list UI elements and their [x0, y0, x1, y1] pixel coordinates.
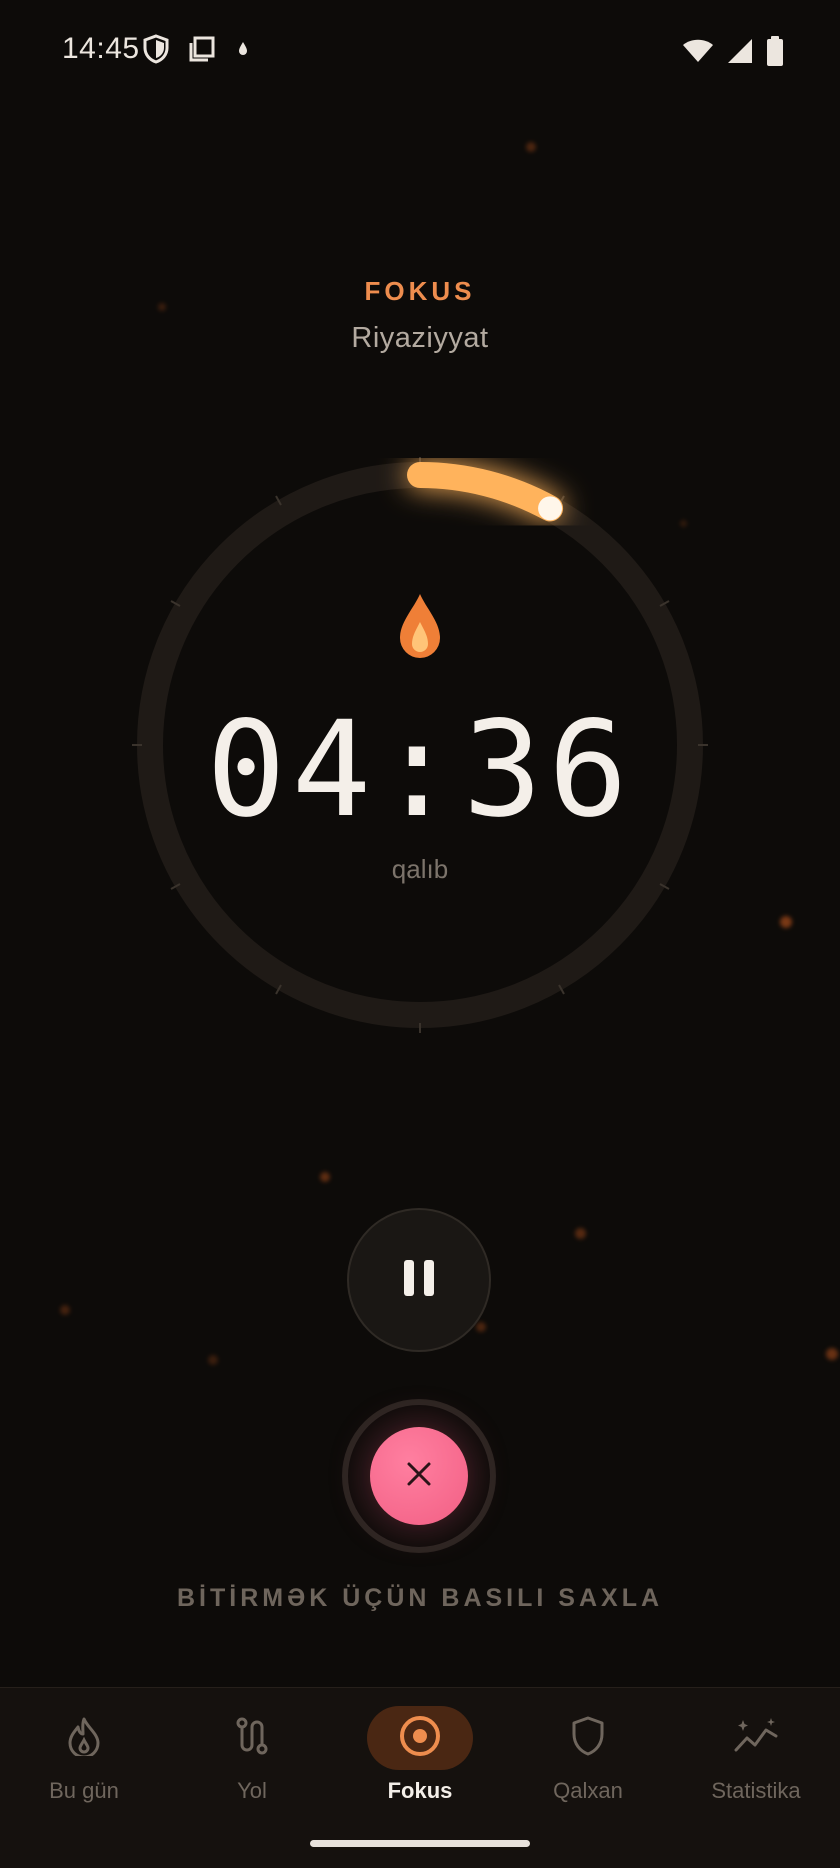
pause-icon [401, 1258, 437, 1303]
home-indicator[interactable] [310, 1840, 530, 1847]
status-time: 14:45 [62, 32, 140, 65]
nav-item-fokus[interactable]: Fokus [336, 1688, 504, 1818]
hold-hint: BİTİRMƏK ÜÇÜN BASILI SAXLA [176, 1584, 664, 1612]
stop-button-ring [342, 1399, 496, 1553]
drop-icon [234, 36, 252, 67]
pause-button[interactable] [347, 1208, 491, 1352]
nav-label: Statistika [711, 1778, 801, 1803]
subject-name: Riyaziyyat [351, 322, 489, 354]
status-right-icons [682, 36, 784, 71]
shield-outline-icon [570, 1715, 606, 1762]
nav-label: Fokus [387, 1778, 453, 1803]
time-remaining: 04:36 [206, 693, 634, 847]
target-icon [398, 1714, 442, 1763]
flame-icon [400, 594, 440, 658]
screenshot-icon [188, 35, 216, 68]
progress-arc [407, 462, 564, 522]
time-caption: qalıb [391, 854, 449, 884]
nav-item-qalxan[interactable]: Qalxan [504, 1688, 672, 1818]
progress-knob [538, 496, 563, 521]
chart-sparkle-icon [733, 1716, 779, 1761]
close-icon [405, 1460, 433, 1493]
mode-label: FOKUS [364, 276, 476, 306]
nav-item-statistika[interactable]: Statistika [672, 1688, 840, 1818]
nav-label: Yol [237, 1778, 267, 1803]
nav-label: Qalxan [553, 1778, 623, 1803]
signal-icon [726, 37, 754, 70]
route-icon [233, 1715, 271, 1762]
battery-icon [766, 36, 784, 71]
nav-label: Bu gün [49, 1778, 119, 1803]
nav-item-bu-gun[interactable]: Bu gün [0, 1688, 168, 1818]
status-left-icons [142, 34, 252, 69]
nav-item-yol[interactable]: Yol [168, 1688, 336, 1818]
shield-icon [142, 34, 170, 69]
stop-button[interactable] [370, 1427, 468, 1525]
wifi-icon [682, 38, 714, 69]
flame-outline-icon [66, 1716, 102, 1761]
